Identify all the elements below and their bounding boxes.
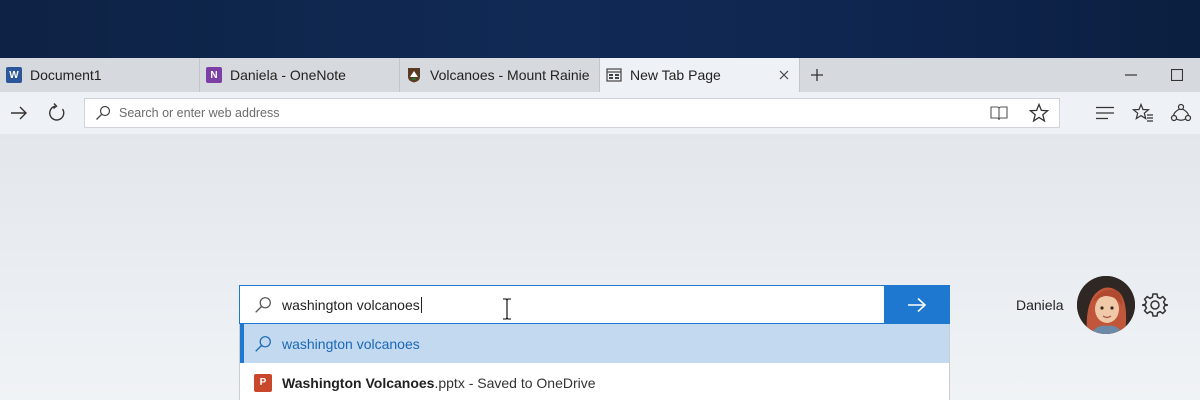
share-button[interactable] [1162, 94, 1200, 132]
tab-document1[interactable]: W Document1 [0, 58, 200, 92]
suggestion-text: Washington Volcanoes.pptx - Saved to One… [282, 374, 596, 391]
maximize-button[interactable] [1154, 58, 1200, 92]
suggestion-search[interactable]: washington volcanoes [240, 324, 949, 363]
text-caret [420, 296, 422, 313]
gear-icon[interactable] [1141, 292, 1169, 321]
search-query: washington volcanoes [282, 296, 422, 313]
desktop-background [0, 0, 1200, 58]
minimize-icon [1125, 74, 1137, 76]
refresh-button[interactable] [38, 94, 76, 132]
search-suggestions: washington volcanoes P Washington Volcan… [239, 324, 950, 400]
arrow-right-icon [908, 297, 927, 312]
reading-view-button[interactable] [979, 99, 1019, 127]
refresh-icon [49, 103, 65, 121]
profile: Daniela [1016, 275, 1136, 335]
address-placeholder: Search or enter web address [119, 106, 280, 120]
close-icon[interactable] [775, 66, 793, 84]
tab-title: Volcanoes - Mount Rainie [430, 67, 590, 83]
book-icon [990, 106, 1008, 121]
tab-onenote[interactable]: N Daniela - OneNote [200, 58, 400, 92]
window-controls [1108, 58, 1200, 92]
star-lines-icon [1132, 103, 1153, 122]
avatar[interactable] [1077, 276, 1136, 334]
search-go-button[interactable] [884, 285, 950, 324]
tab-new-tab-page[interactable]: New Tab Page [600, 58, 800, 92]
tab-title: New Tab Page [630, 67, 721, 83]
hub-icon [1096, 106, 1114, 120]
forward-button[interactable] [0, 94, 38, 132]
minimize-button[interactable] [1108, 58, 1154, 92]
search-icon [255, 296, 271, 313]
new-tab-button[interactable] [800, 58, 834, 92]
share-icon [1170, 103, 1192, 122]
maximize-icon [1171, 69, 1183, 81]
plus-icon [811, 69, 823, 81]
tab-title: Daniela - OneNote [230, 67, 346, 83]
search-icon [96, 105, 111, 120]
address-bar[interactable]: Search or enter web address [84, 98, 1060, 128]
navigation-toolbar: Search or enter web address [0, 92, 1200, 134]
word-icon: W [6, 67, 22, 83]
favorite-button[interactable] [1019, 99, 1059, 127]
search-input[interactable]: washington volcanoes [239, 285, 885, 324]
star-icon [1029, 103, 1049, 123]
suggestion-file[interactable]: P Washington Volcanoes.pptx - Saved to O… [240, 363, 949, 400]
ibeam-cursor-icon [502, 298, 512, 323]
new-tab-page-icon [606, 67, 622, 83]
suggestion-text: washington volcanoes [282, 335, 420, 352]
notes-button[interactable] [1124, 94, 1162, 132]
park-service-icon [406, 67, 422, 83]
tab-title: Document1 [30, 67, 102, 83]
onenote-icon: N [206, 67, 222, 83]
powerpoint-icon: P [254, 373, 272, 392]
profile-name: Daniela [1016, 297, 1064, 313]
search-icon [255, 335, 271, 352]
tab-bar: W Document1 N Daniela - OneNote Volcanoe… [0, 58, 1200, 92]
tab-volcanoes[interactable]: Volcanoes - Mount Rainie [400, 58, 600, 92]
hub-button[interactable] [1086, 94, 1124, 132]
arrow-right-icon [11, 106, 27, 120]
